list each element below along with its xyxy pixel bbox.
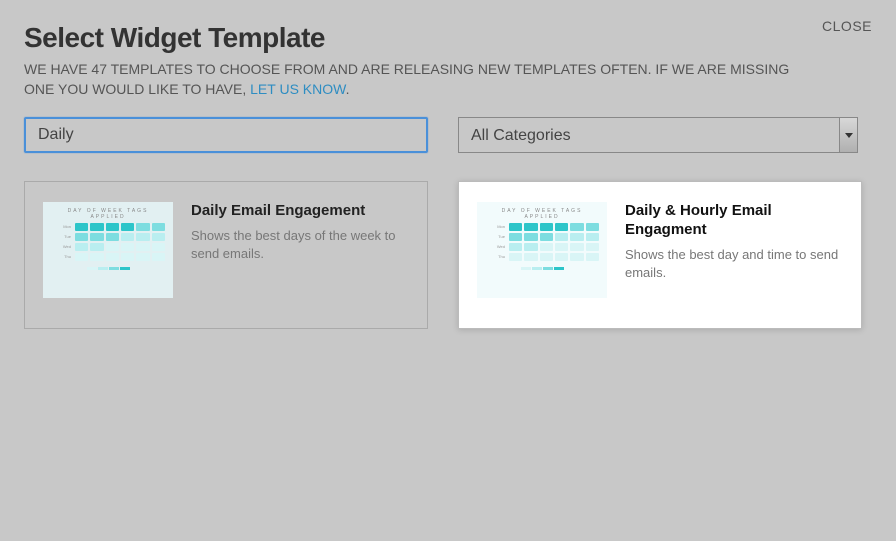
template-card-body: Daily Email Engagement Shows the best da… [191, 202, 409, 310]
category-select[interactable]: All Categories [458, 117, 858, 153]
thumb-row-label: Mon [485, 223, 507, 231]
thumb-row-label: Wed [51, 243, 73, 251]
template-card[interactable]: DAY OF WEEK TAGS APPLIED Mon Tue Wed Thu… [24, 181, 428, 329]
template-grid: DAY OF WEEK TAGS APPLIED Mon Tue Wed Thu… [24, 181, 872, 329]
dialog-subtitle: WE HAVE 47 TEMPLATES TO CHOOSE FROM AND … [24, 60, 794, 99]
thumb-row-label: Wed [485, 243, 507, 251]
thumb-row-label: Thu [51, 253, 73, 261]
template-description: Shows the best day and time to send emai… [625, 246, 843, 282]
template-thumbnail: DAY OF WEEK TAGS APPLIED Mon Tue Wed Thu [43, 202, 173, 298]
template-card[interactable]: DAY OF WEEK TAGS APPLIED Mon Tue Wed Thu… [458, 181, 862, 329]
template-card-body: Daily & Hourly Email Engagment Shows the… [625, 202, 843, 310]
thumb-row-label: Thu [485, 253, 507, 261]
dialog-title: Select Widget Template [24, 22, 872, 54]
dialog-content: Select Widget Template WE HAVE 47 TEMPLA… [0, 0, 896, 329]
thumb-heading: DAY OF WEEK TAGS APPLIED [485, 208, 599, 220]
thumb-heading: DAY OF WEEK TAGS APPLIED [51, 208, 165, 220]
template-thumbnail: DAY OF WEEK TAGS APPLIED Mon Tue Wed Thu [477, 202, 607, 298]
subtitle-text-end: . [346, 81, 350, 97]
thumb-row-label: Tue [51, 233, 73, 241]
subtitle-text: WE HAVE 47 TEMPLATES TO CHOOSE FROM AND … [24, 61, 789, 97]
thumb-row-label: Mon [51, 223, 73, 231]
let-us-know-link[interactable]: LET US KNOW [250, 81, 345, 97]
category-select-wrap: All Categories [458, 117, 858, 153]
thumb-row-label: Tue [485, 233, 507, 241]
search-input[interactable] [24, 117, 428, 153]
template-title: Daily & Hourly Email Engagment [625, 202, 843, 240]
template-description: Shows the best days of the week to send … [191, 227, 409, 263]
template-title: Daily Email Engagement [191, 202, 409, 221]
close-button[interactable]: CLOSE [822, 18, 872, 34]
controls-row: All Categories [24, 117, 872, 153]
